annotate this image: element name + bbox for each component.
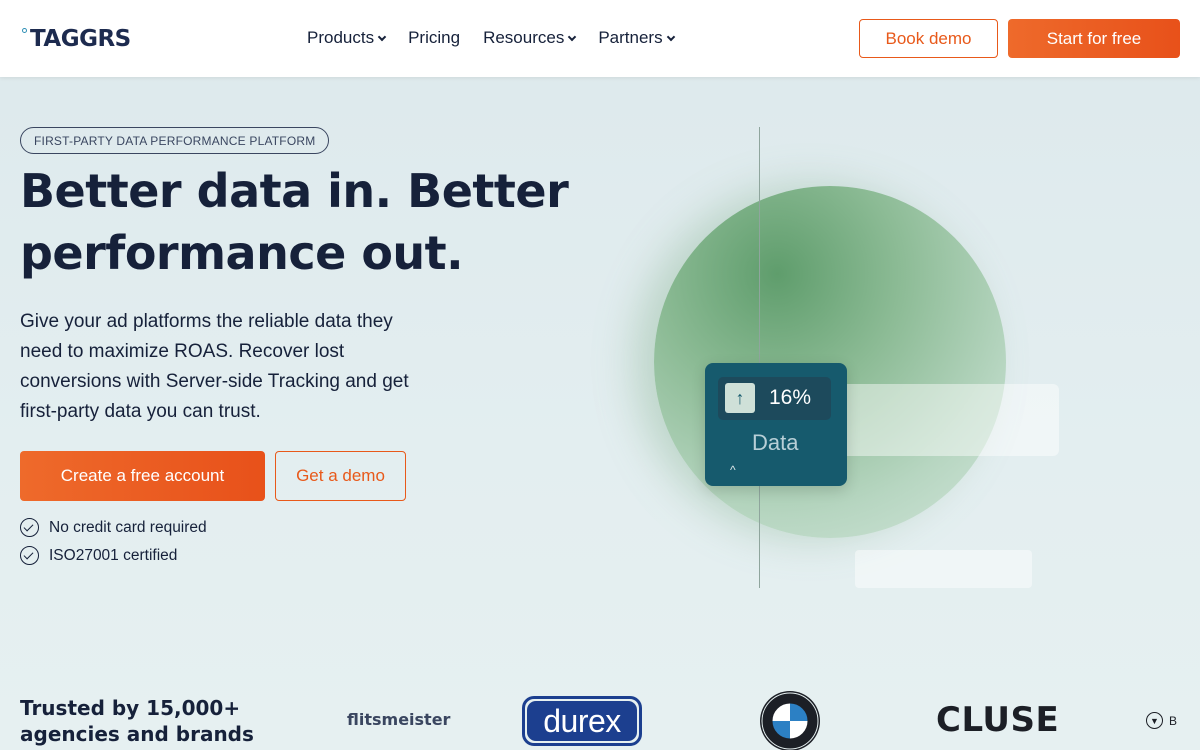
taggrs-logo[interactable]: TAGGRS — [21, 26, 131, 52]
create-account-button[interactable]: Create a free account — [20, 451, 265, 501]
nav-partners[interactable]: Partners — [598, 28, 675, 48]
metric-percent: 16% — [769, 386, 812, 409]
ghost-panel — [855, 550, 1032, 588]
check-circle-icon — [20, 546, 39, 565]
hero-headline: Better data in. Better performance out. — [20, 160, 580, 284]
book-demo-button[interactable]: Book demo — [859, 19, 998, 58]
arrow-up-icon: ↑ — [725, 383, 755, 413]
durex-logo-text: durex — [527, 701, 637, 741]
check-iso-certified: ISO27001 certified — [20, 546, 177, 565]
nav-pricing[interactable]: Pricing — [408, 28, 460, 48]
main-nav: Products Pricing Resources Partners — [307, 28, 697, 48]
check-label: ISO27001 certified — [49, 546, 178, 564]
chevron-down-icon — [568, 32, 577, 41]
flitsmeister-logo: flitsmeister — [347, 710, 451, 729]
nav-products[interactable]: Products — [307, 28, 387, 48]
chevron-down-icon — [666, 32, 675, 41]
get-demo-button[interactable]: Get a demo — [275, 451, 406, 501]
chevron-down-icon — [377, 32, 387, 41]
check-circle-icon — [20, 518, 39, 537]
nav-products-label: Products — [307, 28, 375, 47]
check-label: No credit card required — [49, 518, 207, 536]
chevron-down-circle-icon: ▼ — [1146, 712, 1163, 729]
check-no-credit-card: No credit card required — [20, 518, 207, 537]
ghost-panel — [820, 384, 1059, 456]
data-metric-card: ↑ 16% Data ^ — [705, 363, 847, 486]
metric-pill: ↑ 16% — [718, 377, 831, 420]
nav-resources-label: Resources — [483, 28, 565, 47]
caret-icon: ^ — [730, 463, 736, 477]
durex-logo: durex — [522, 696, 642, 746]
divider-line — [759, 127, 760, 588]
logo-dot-icon — [22, 28, 27, 33]
trusted-title: Trusted by 15,000+ agencies and brands — [20, 696, 254, 746]
hero-subtitle: Give your ad platforms the reliable data… — [20, 311, 409, 422]
site-header: TAGGRS Products Pricing Resources Partne… — [0, 0, 1200, 77]
metric-label: Data — [752, 430, 799, 455]
nav-pricing-label: Pricing — [408, 28, 461, 47]
cluse-logo: CLUSE — [936, 700, 1060, 740]
logo-text: TAGGRS — [30, 26, 131, 52]
nav-resources[interactable]: Resources — [483, 28, 577, 48]
nav-partners-label: Partners — [598, 28, 663, 47]
hero-badge: FIRST-PARTY DATA PERFORMANCE PLATFORM — [20, 127, 330, 154]
brand-b-text: B — [1169, 713, 1178, 728]
brand-b-logo: ▼ B — [1146, 712, 1177, 729]
bmw-logo — [760, 691, 820, 750]
headline-line-2: performance out. — [20, 226, 464, 280]
headline-line-1: Better data in. Better — [20, 164, 569, 218]
start-free-button[interactable]: Start for free — [1008, 19, 1180, 58]
